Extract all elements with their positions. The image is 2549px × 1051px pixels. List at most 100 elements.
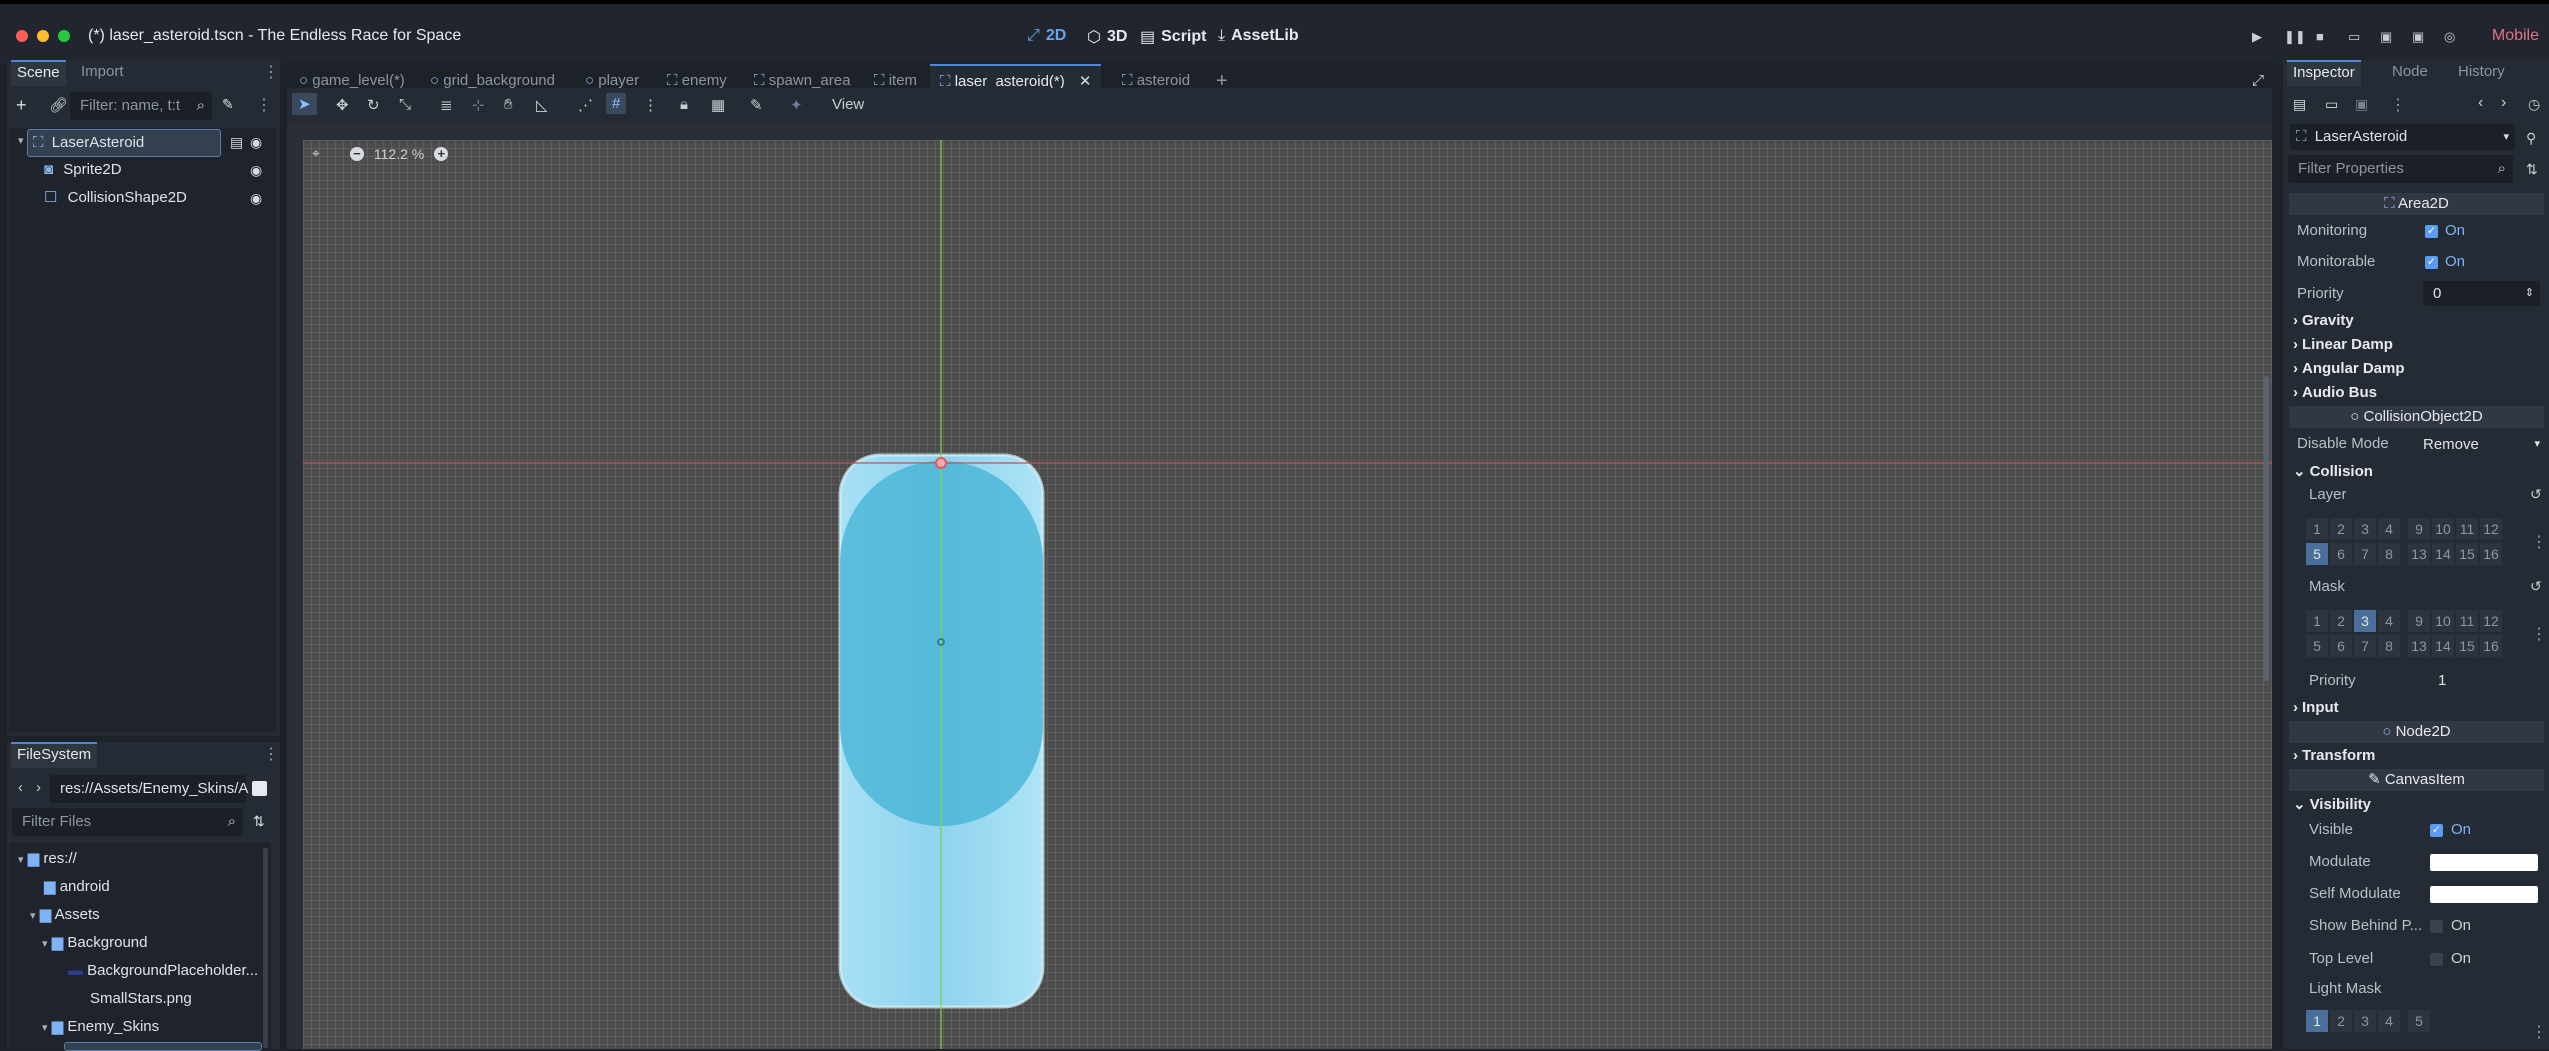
file-item-assets[interactable]: ▾ ▆ Assets: [30, 902, 100, 928]
filesystem-path-input[interactable]: res://Assets/Enemy_Skins/A: [50, 775, 248, 803]
remote-debug-icon[interactable]: ▭: [2348, 29, 2360, 45]
group-icon[interactable]: ▦: [711, 96, 725, 114]
scale-mode-icon[interactable]: ⤡: [399, 96, 411, 113]
layer-bit-2[interactable]: 2: [2330, 1010, 2352, 1032]
pivot-icon[interactable]: ⊹: [472, 96, 485, 114]
file-item-res[interactable]: ▾ ▆ res://: [18, 846, 77, 872]
new-resource-icon[interactable]: ▤: [2293, 96, 2306, 113]
layer-bit-6[interactable]: 6: [2330, 635, 2352, 657]
priority-spinbox[interactable]: 0 ⇕: [2423, 281, 2540, 306]
history-forward-icon[interactable]: ›: [2501, 94, 2506, 112]
layer-bit-13[interactable]: 13: [2408, 635, 2430, 657]
layer-bit-4[interactable]: 4: [2378, 1010, 2400, 1032]
center-view-icon[interactable]: ⌖: [312, 145, 320, 162]
tree-node-laser-asteroid[interactable]: ⛶ LaserAsteroid: [27, 129, 221, 157]
toggle-split-icon[interactable]: [252, 781, 267, 796]
layer-bit-2[interactable]: 2: [2330, 610, 2352, 632]
layer-bit-12[interactable]: 12: [2480, 518, 2502, 540]
zoom-out-icon[interactable]: −: [349, 146, 364, 161]
revert-icon[interactable]: ↺: [2530, 578, 2542, 595]
move-mode-icon[interactable]: ✥: [336, 96, 349, 114]
disable-mode-dropdown[interactable]: Remove ▾: [2423, 432, 2540, 457]
group-gravity[interactable]: › Gravity: [2293, 312, 2354, 329]
file-item-smallstars[interactable]: SmallStars.png: [90, 986, 192, 1012]
save-resource-icon[interactable]: ▣: [2355, 96, 2368, 113]
doc-icon[interactable]: ⚲: [2526, 130, 2536, 147]
layer-menu-icon[interactable]: ⋮: [2531, 532, 2547, 552]
filter-files-input[interactable]: Filter Files ⌕: [12, 808, 243, 836]
layer-bit-6[interactable]: 6: [2330, 543, 2352, 565]
lock-icon[interactable]: 🔒︎: [680, 96, 688, 113]
layer-bit-9[interactable]: 9: [2408, 610, 2430, 632]
mode-assetlib-button[interactable]: ⤓ AssetLib: [1218, 27, 1299, 45]
tab-inspector[interactable]: Inspector: [2287, 60, 2361, 86]
show-behind-parent-checkbox[interactable]: [2430, 920, 2443, 933]
resource-menu-icon[interactable]: ⋮: [2390, 95, 2406, 115]
forward-icon[interactable]: ›: [36, 779, 41, 796]
group-collision[interactable]: ⌄ Collision: [2293, 462, 2373, 480]
skeleton-icon[interactable]: ✦: [790, 96, 803, 114]
modulate-color-picker[interactable]: [2430, 854, 2538, 871]
layer-bit-1[interactable]: 1: [2306, 518, 2328, 540]
file-item-enemy-skins[interactable]: ▾ ▆ Enemy_Skins: [42, 1014, 159, 1040]
light-mask-menu-icon[interactable]: ⋮: [2531, 1022, 2547, 1042]
grid-snap-icon[interactable]: #: [606, 93, 627, 114]
collision-priority-value[interactable]: 1: [2438, 672, 2446, 689]
scene-filter-input[interactable]: Filter: name, t:t ⌕: [70, 92, 212, 120]
history-back-icon[interactable]: ‹: [2478, 94, 2483, 112]
mode-2d-button[interactable]: ⤢ 2D: [1027, 27, 1066, 45]
layer-bit-5[interactable]: 5: [2306, 635, 2328, 657]
layer-bit-5[interactable]: 5: [2306, 543, 2328, 565]
maximize-window-icon[interactable]: [58, 30, 70, 42]
layer-bit-4[interactable]: 4: [2378, 610, 2400, 632]
layer-bit-1[interactable]: 1: [2306, 1010, 2328, 1032]
sort-icon[interactable]: ⇅: [253, 813, 265, 830]
file-tree-scrollbar[interactable]: [263, 848, 268, 1048]
group-input[interactable]: › Input: [2293, 699, 2339, 716]
snap-options-icon[interactable]: ⋮: [643, 96, 658, 114]
monitorable-checkbox[interactable]: ✓: [2425, 256, 2438, 269]
script-attached-icon[interactable]: ▤: [230, 134, 243, 151]
layer-bit-4[interactable]: 4: [2378, 518, 2400, 540]
layer-bit-8[interactable]: 8: [2378, 543, 2400, 565]
tab-scene[interactable]: Scene: [11, 60, 66, 86]
object-history-icon[interactable]: ◷: [2528, 96, 2540, 113]
ruler-mode-icon[interactable]: ◺: [536, 96, 548, 114]
top-level-checkbox[interactable]: [2430, 953, 2443, 966]
smart-snap-icon[interactable]: ⋰: [578, 96, 593, 114]
attach-script-icon[interactable]: ✎: [222, 96, 234, 113]
mode-3d-button[interactable]: ⬡ 3D: [1087, 27, 1127, 47]
zoom-level[interactable]: 112.2 %: [374, 146, 424, 162]
inspector-tools-icon[interactable]: ⇅: [2526, 161, 2538, 178]
visibility-eye-icon[interactable]: ◉: [250, 134, 262, 151]
zoom-in-icon[interactable]: +: [434, 146, 449, 161]
layer-bit-12[interactable]: 12: [2480, 610, 2502, 632]
tab-import[interactable]: Import: [75, 60, 130, 84]
renderer-selector[interactable]: Mobile: [2492, 27, 2539, 45]
layer-bit-3[interactable]: 3: [2354, 610, 2376, 632]
layer-bit-16[interactable]: 16: [2480, 543, 2502, 565]
load-resource-icon[interactable]: ▭: [2325, 96, 2338, 113]
layer-bit-14[interactable]: 14: [2432, 635, 2454, 657]
file-item-background[interactable]: ▾ ▆ Background: [42, 930, 147, 956]
layer-bit-3[interactable]: 3: [2354, 518, 2376, 540]
origin-handle[interactable]: [935, 457, 947, 469]
play-scene-icon[interactable]: ▣: [2380, 29, 2392, 45]
layer-bit-11[interactable]: 11: [2456, 518, 2478, 540]
collapse-arrow-icon[interactable]: ▾: [18, 134, 24, 147]
mask-menu-icon[interactable]: ⋮: [2531, 624, 2547, 644]
tab-filesystem[interactable]: FileSystem: [11, 742, 98, 768]
scene-dock-menu-icon[interactable]: ⋮: [263, 62, 279, 82]
layer-bit-15[interactable]: 15: [2456, 635, 2478, 657]
layer-bit-15[interactable]: 15: [2456, 543, 2478, 565]
add-node-icon[interactable]: +: [16, 95, 27, 116]
pause-icon[interactable]: ❚❚: [2284, 29, 2306, 45]
tab-history[interactable]: History: [2452, 60, 2511, 84]
pan-mode-icon[interactable]: ✋︎: [504, 96, 513, 113]
movie-maker-icon[interactable]: ◎: [2444, 29, 2455, 45]
visibility-eye-icon[interactable]: ◉: [250, 162, 262, 179]
scene-tree-menu-icon[interactable]: ⋮: [256, 95, 272, 115]
select-mode-icon[interactable]: ➤: [292, 93, 317, 115]
tree-node-sprite2d[interactable]: ◙ Sprite2D: [44, 157, 122, 183]
layer-bit-8[interactable]: 8: [2378, 635, 2400, 657]
